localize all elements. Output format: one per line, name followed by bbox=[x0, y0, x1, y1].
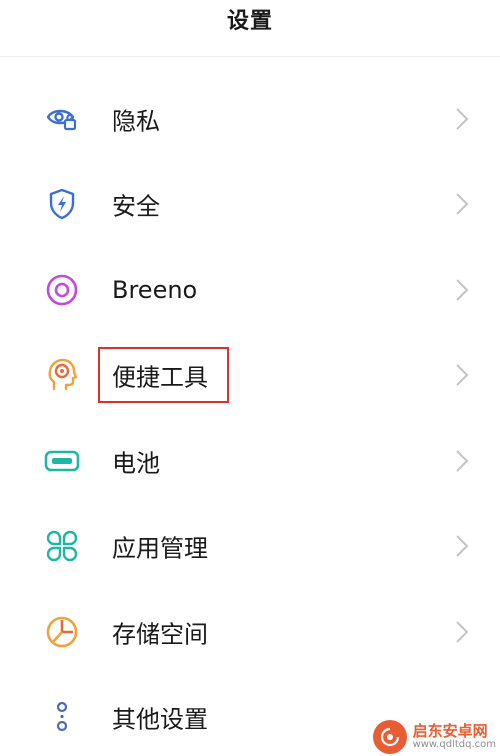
chevron-right-icon bbox=[454, 620, 470, 644]
settings-list: 隐私 安全 Breeno 便捷工具 电池 应用管理 存储空间 其他设置 bbox=[0, 76, 500, 756]
settings-item-app-management[interactable]: 应用管理 bbox=[0, 504, 500, 590]
convenience-tools-icon bbox=[44, 357, 80, 393]
settings-item-label: Breeno bbox=[112, 275, 198, 304]
settings-item-privacy[interactable]: 隐私 bbox=[0, 76, 500, 162]
settings-item-label: 存储空间 bbox=[112, 620, 208, 649]
settings-item-label: 应用管理 bbox=[112, 534, 208, 563]
watermark-sub-text: www.qdltdq.com bbox=[412, 738, 496, 750]
chevron-right-icon bbox=[454, 449, 470, 473]
chevron-right-icon bbox=[454, 192, 470, 216]
security-shield-icon bbox=[44, 186, 80, 222]
chevron-right-icon bbox=[454, 107, 470, 131]
watermark-logo-icon bbox=[372, 720, 407, 754]
privacy-eye-lock-icon bbox=[44, 101, 80, 137]
battery-icon bbox=[44, 443, 80, 479]
settings-item-label: 其他设置 bbox=[112, 705, 208, 734]
page-title: 设置 bbox=[226, 9, 273, 34]
chevron-right-icon bbox=[454, 278, 470, 302]
settings-item-convenience-tools[interactable]: 便捷工具 bbox=[0, 333, 500, 419]
settings-page: 设置 隐私 安全 Breeno 便捷工具 电池 应用管理 存储空间 其他设置 启… bbox=[0, 0, 500, 756]
header: 设置 bbox=[0, 0, 500, 57]
settings-item-label: 安全 bbox=[112, 192, 160, 221]
settings-item-label: 电池 bbox=[112, 449, 160, 478]
settings-item-battery[interactable]: 电池 bbox=[0, 418, 500, 504]
settings-item-label: 便捷工具 bbox=[112, 363, 208, 392]
settings-item-label: 隐私 bbox=[112, 107, 160, 136]
settings-item-security[interactable]: 安全 bbox=[0, 162, 500, 248]
chevron-right-icon bbox=[454, 363, 470, 387]
watermark: 启东安卓网 www.qdltdq.com bbox=[372, 720, 496, 754]
settings-item-breeno[interactable]: Breeno bbox=[0, 247, 500, 333]
breeno-ring-icon bbox=[44, 272, 80, 308]
other-settings-icon bbox=[44, 699, 80, 735]
app-management-icon bbox=[44, 528, 80, 564]
watermark-main-text: 启东安卓网 bbox=[412, 721, 488, 740]
settings-item-storage[interactable]: 存储空间 bbox=[0, 589, 500, 675]
chevron-right-icon bbox=[454, 534, 470, 558]
storage-pie-icon bbox=[44, 614, 80, 650]
